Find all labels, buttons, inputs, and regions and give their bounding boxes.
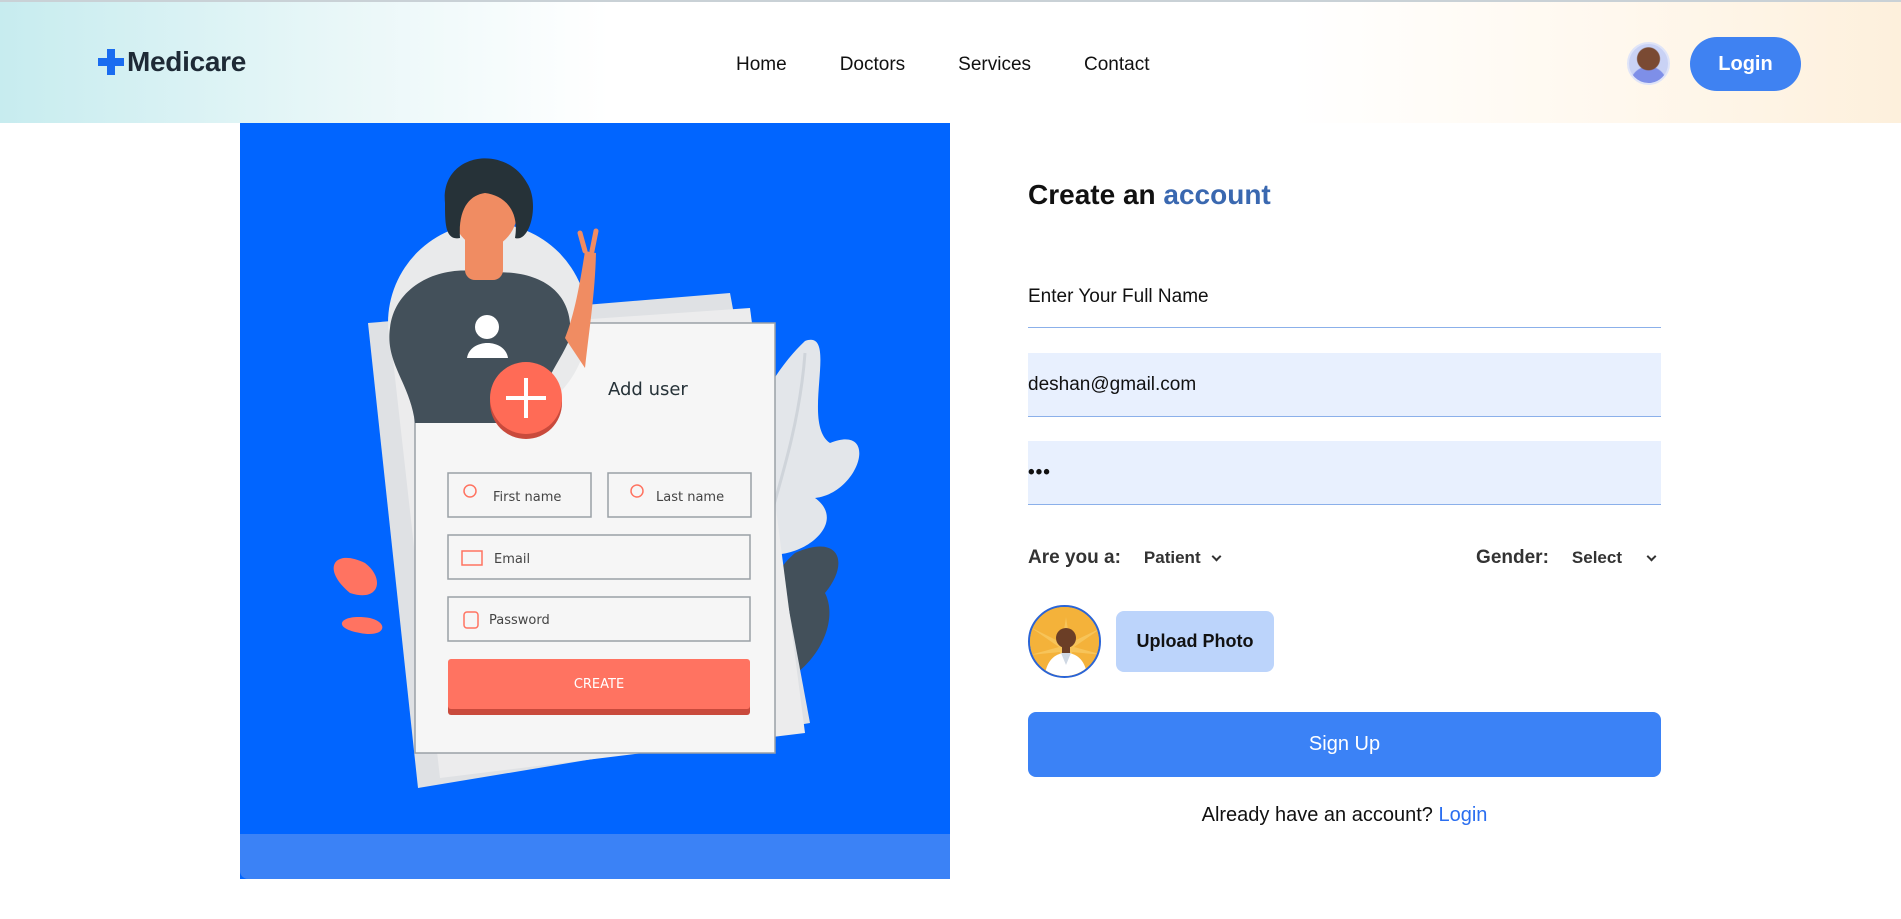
card-password: Password xyxy=(489,613,550,628)
email-field[interactable]: deshan@gmail.com xyxy=(1028,353,1661,417)
gender-select[interactable]: Select xyxy=(1571,548,1657,568)
password-field[interactable]: ••• xyxy=(1028,441,1661,505)
upload-photo-button[interactable]: Upload Photo xyxy=(1116,611,1274,672)
plus-cross-icon xyxy=(98,49,124,75)
chevron-down-icon xyxy=(1211,551,1222,561)
role-value: Patient xyxy=(1143,548,1201,567)
login-prompt: Already have an account? Login xyxy=(1028,804,1661,827)
card-first-name: First name xyxy=(493,490,561,505)
gender-label: Gender: xyxy=(1476,547,1549,568)
user-avatar[interactable] xyxy=(1627,42,1670,85)
full-name-field[interactable]: Enter Your Full Name xyxy=(1028,266,1661,328)
header-login-button[interactable]: Login xyxy=(1690,37,1801,91)
role-select[interactable]: Patient xyxy=(1143,548,1222,568)
top-header: Medicare Home Doctors Services Contact L… xyxy=(0,0,1901,123)
doctor-photo-graphic xyxy=(1030,607,1099,676)
gender-value: Select xyxy=(1571,548,1622,567)
card-email: Email xyxy=(494,552,530,567)
brand-name: Medicare xyxy=(127,46,246,77)
form-title: Create an account xyxy=(1028,179,1271,211)
form-title-prefix: Create an xyxy=(1028,179,1156,210)
card-last-name: Last name xyxy=(656,490,724,505)
nav-doctors[interactable]: Doctors xyxy=(840,54,905,76)
card-create: CREATE xyxy=(574,677,624,692)
signup-illustration: Add user First name Last name Email Pass… xyxy=(240,123,950,879)
illustration-graphic: Add user First name Last name Email Pass… xyxy=(333,158,860,788)
photo-row: Upload Photo xyxy=(1028,605,1274,678)
nav-home[interactable]: Home xyxy=(736,54,787,76)
main-nav: Home Doctors Services Contact xyxy=(736,54,1150,76)
sign-up-button[interactable]: Sign Up xyxy=(1028,712,1661,777)
illustration-footer xyxy=(240,834,950,879)
role-gender-row: Are you a: Patient Gender: Select xyxy=(1028,542,1661,574)
chevron-down-icon xyxy=(1646,551,1657,561)
nav-contact[interactable]: Contact xyxy=(1084,54,1149,76)
form-title-accent: account xyxy=(1163,179,1271,210)
nav-services[interactable]: Services xyxy=(958,54,1031,76)
login-prompt-text: Already have an account? xyxy=(1201,804,1433,826)
role-label: Are you a: xyxy=(1028,547,1121,568)
card-title: Add user xyxy=(608,379,688,400)
login-link[interactable]: Login xyxy=(1438,804,1487,826)
brand-logo[interactable]: Medicare xyxy=(98,46,246,78)
profile-photo-preview xyxy=(1028,605,1101,678)
